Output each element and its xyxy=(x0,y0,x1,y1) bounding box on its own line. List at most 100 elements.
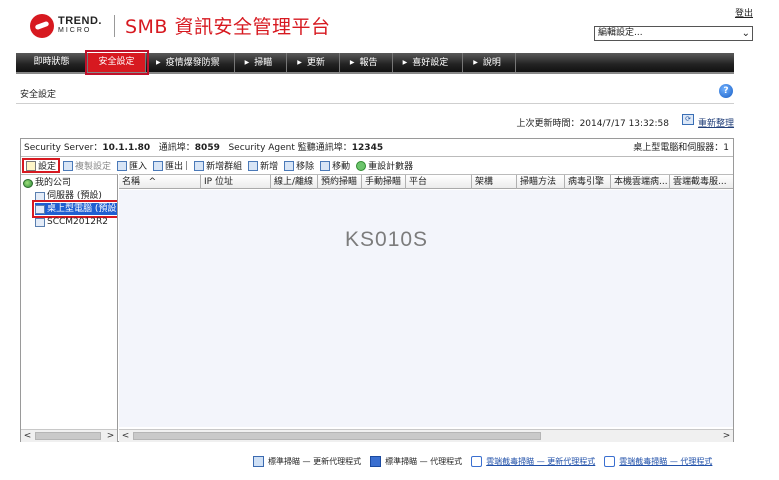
endpoint-count: 桌上型電腦和伺服器：1 xyxy=(633,143,729,153)
last-update: 上次更新時間：2014/7/17 13:32:58 xyxy=(517,116,669,129)
title-divider xyxy=(16,103,734,104)
import-button[interactable]: 匯入 xyxy=(114,158,150,173)
reset-counters-icon xyxy=(356,160,367,171)
import-icon xyxy=(117,160,128,171)
main-nav: 即時狀態 安全設定 ▶ 疫情爆發防禦 ▶ 掃瞄 ▶ 更新 ▶ 報告 ▶ 喜好設定 ▶ 說明 xyxy=(16,50,734,75)
remove-icon xyxy=(284,160,295,171)
copy-icon xyxy=(63,160,74,171)
nav-updates[interactable]: ▶ 更新 xyxy=(287,53,340,72)
smart-scan-agent-icon xyxy=(604,456,616,467)
nav-preferences[interactable]: ▶ 喜好設定 xyxy=(393,53,464,72)
logo-text-trend: TREND. xyxy=(58,14,102,27)
smart-scan-update-agent-icon xyxy=(471,456,483,467)
trend-micro-logo: TREND. MICRO SMB 資訊安全管理平台 xyxy=(30,12,330,39)
tree-item-my-company[interactable]: 我的公司 xyxy=(23,177,71,189)
client-grid: 名稱 ^ IP 位址 線上/離線 預約掃瞄 手動掃瞄 平台 架構 掃瞄方法 病毒… xyxy=(119,174,733,442)
help-icon[interactable]: ? xyxy=(719,84,733,98)
grid-horizontal-scrollbar[interactable]: < > xyxy=(119,429,733,442)
grid-body: KS010S xyxy=(119,190,733,427)
add-button[interactable]: 新增 xyxy=(245,158,281,173)
legend: 標準掃瞄 — 更新代理程式 標準掃瞄 — 代理程式 雲端截毒掃瞄 — 更新代理程… xyxy=(253,456,721,467)
chevron-down-icon: ⌄ xyxy=(741,28,750,39)
col-manual-scan[interactable]: 手動掃瞄 xyxy=(362,175,406,189)
col-ip-address[interactable]: IP 位址 xyxy=(201,175,271,189)
last-update-value: 2014/7/17 13:32:58 xyxy=(579,119,669,129)
globe-icon xyxy=(23,178,33,188)
app-title: SMB 資訊安全管理平台 xyxy=(124,16,331,38)
move-icon xyxy=(320,160,331,171)
legend-standard-agent: 標準掃瞄 — 代理程式 xyxy=(370,456,462,467)
computer-icon xyxy=(35,217,45,227)
col-online-offline[interactable]: 線上/離線 xyxy=(271,175,318,189)
nav-live-status[interactable]: 即時狀態 xyxy=(16,53,88,72)
configure-button[interactable]: 設定 xyxy=(22,158,61,173)
add-group-icon xyxy=(194,160,205,171)
server-port: 8059 xyxy=(194,143,220,153)
triangle-right-icon: ▶ xyxy=(244,59,250,66)
scroll-left-arrow-icon[interactable]: < xyxy=(21,430,34,442)
tree-scroll-thumb[interactable] xyxy=(35,432,101,440)
last-update-label: 上次更新時間： xyxy=(516,119,580,129)
legend-smart-agent: 雲端截毒掃瞄 — 代理程式 xyxy=(604,456,712,467)
group-tree: 我的公司 伺服器 (預設) 桌上型電腦 (預設) SCCM2012R2 < > xyxy=(21,174,118,442)
settings-dropdown[interactable]: 編輯設定... ⌄ xyxy=(594,26,753,41)
triangle-right-icon: ▶ xyxy=(349,59,355,66)
page-title: 安全設定 xyxy=(20,90,57,100)
col-cloud-scan-service[interactable]: 雲端截毒服... xyxy=(670,175,733,189)
watermark-text: KS010S xyxy=(345,228,429,251)
trend-micro-ball-icon xyxy=(30,13,54,38)
scroll-right-arrow-icon[interactable]: > xyxy=(104,430,117,442)
legend-standard-update-agent: 標準掃瞄 — 更新代理程式 xyxy=(253,456,361,467)
triangle-right-icon: ▶ xyxy=(402,59,408,66)
grid-scroll-thumb[interactable] xyxy=(133,432,541,440)
col-scan-method[interactable]: 掃瞄方法 xyxy=(517,175,565,189)
export-icon xyxy=(153,160,164,171)
nav-security-settings[interactable]: 安全設定 xyxy=(85,50,149,75)
scroll-left-arrow-icon[interactable]: < xyxy=(119,430,132,442)
export-button[interactable]: 匯出 | xyxy=(150,158,191,173)
move-button[interactable]: 移動 xyxy=(317,158,353,173)
refresh-icon[interactable]: ⟳ xyxy=(682,114,694,125)
logout-link[interactable]: 登出 xyxy=(735,6,753,19)
standard-scan-agent-icon xyxy=(370,456,382,467)
server-info-bar: Security Server：10.1.1.80 通訊埠：8059 Secur… xyxy=(21,139,733,157)
tree-item-sccm[interactable]: SCCM2012R2 xyxy=(35,216,108,228)
legend-smart-update-agent: 雲端截毒掃瞄 — 更新代理程式 xyxy=(471,456,595,467)
col-local-cloud[interactable]: 本機雲端病... xyxy=(611,175,670,189)
col-name[interactable]: 名稱 ^ xyxy=(119,175,201,189)
grid-header: 名稱 ^ IP 位址 線上/離線 預約掃瞄 手動掃瞄 平台 架構 掃瞄方法 病毒… xyxy=(119,175,733,189)
col-scheduled-scan[interactable]: 預約掃瞄 xyxy=(318,175,362,189)
remove-button[interactable]: 移除 xyxy=(281,158,317,173)
nav-outbreak-defense[interactable]: ▶ 疫情爆發防禦 xyxy=(146,53,235,72)
col-architecture[interactable]: 架構 xyxy=(472,175,517,189)
triangle-right-icon: ▶ xyxy=(156,59,161,66)
tree-horizontal-scrollbar[interactable]: < > xyxy=(21,429,117,442)
settings-dropdown-value: 編輯設定... xyxy=(598,28,643,38)
server-group-icon xyxy=(35,191,45,201)
reset-counters-button[interactable]: 重設計數器 xyxy=(353,158,416,173)
tree-item-desktops[interactable]: 桌上型電腦 (預設) xyxy=(32,200,117,218)
refresh-link[interactable]: 重新整理 xyxy=(698,116,734,129)
copy-settings-button[interactable]: 複製設定 xyxy=(60,158,114,173)
agent-port: 12345 xyxy=(351,143,384,153)
configure-icon xyxy=(26,160,36,171)
col-virus-engine[interactable]: 病毒引擎 xyxy=(565,175,611,189)
desktop-group-icon xyxy=(35,204,45,214)
nav-scans[interactable]: ▶ 掃瞄 xyxy=(235,53,288,72)
nav-reports[interactable]: ▶ 報告 xyxy=(340,53,393,72)
scroll-right-arrow-icon[interactable]: > xyxy=(720,430,733,442)
triangle-right-icon: ▶ xyxy=(473,59,478,66)
logo-text-micro: MICRO xyxy=(58,26,92,34)
sort-ascending-icon: ^ xyxy=(148,177,157,187)
server-address: 10.1.1.80 xyxy=(102,143,151,153)
add-group-button[interactable]: 新增群組 xyxy=(191,158,245,173)
security-settings-panel: Security Server：10.1.1.80 通訊埠：8059 Secur… xyxy=(20,138,734,442)
logo-divider xyxy=(113,14,115,37)
nav-help[interactable]: ▶ 說明 xyxy=(463,53,516,72)
add-icon xyxy=(248,160,259,171)
tree-item-servers[interactable]: 伺服器 (預設) xyxy=(35,190,102,202)
standard-scan-update-agent-icon xyxy=(253,456,264,467)
col-platform[interactable]: 平台 xyxy=(406,175,472,189)
toolbar: 設定 複製設定 匯入 匯出 | 新增群組 新增 移除 移動 重設計數器 xyxy=(21,158,733,173)
triangle-right-icon: ▶ xyxy=(297,59,302,66)
